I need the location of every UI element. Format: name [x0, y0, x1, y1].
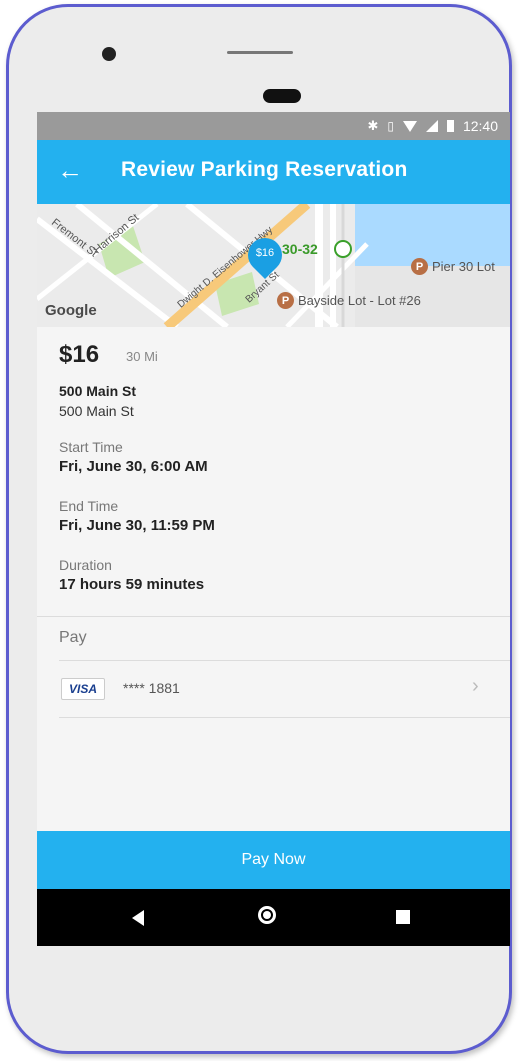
phone-screen: ✱ ▯ 12:40 ← Review Parking Reservation F… [37, 112, 510, 946]
arrow-back-icon[interactable]: ← [57, 154, 83, 186]
status-time: 12:40 [462, 118, 498, 134]
green-lot-label[interactable]: 30-32 [282, 241, 318, 257]
lot-marker-icon[interactable] [334, 240, 352, 258]
signal-icon [425, 120, 438, 132]
card-number: **** 1881 [123, 680, 180, 696]
parking-icon: P [277, 292, 294, 309]
price-value: $16 [59, 341, 100, 368]
distance-value: 30 Mi [126, 349, 158, 364]
card-divider [59, 717, 510, 718]
nav-back-icon[interactable] [132, 910, 144, 926]
google-logo: Google [45, 302, 97, 319]
chevron-right-icon: › [472, 675, 479, 697]
start-time-label: Start Time [59, 439, 123, 455]
pay-label: Pay [59, 629, 87, 646]
duration-label: Duration [59, 557, 112, 573]
poi-label: Pier 30 Lot [432, 259, 495, 274]
section-divider [37, 616, 510, 617]
end-time-value: Fri, June 30, 11:59 PM [59, 517, 215, 534]
speaker-grille [227, 51, 293, 54]
system-nav-bar [37, 889, 510, 946]
vibrate-icon: ▯ [387, 119, 394, 133]
earpiece [263, 89, 301, 103]
poi-pier-30[interactable]: P Pier 30 Lot [411, 258, 495, 275]
status-bar: ✱ ▯ 12:40 [37, 112, 510, 140]
battery-icon [446, 120, 454, 132]
duration-value: 17 hours 59 minutes [59, 576, 205, 593]
wifi-icon [402, 120, 417, 132]
visa-card-icon: VISA [61, 678, 105, 700]
end-time-label: End Time [59, 498, 119, 514]
poi-bayside[interactable]: P Bayside Lot - Lot #26 [277, 292, 421, 309]
price-pin-label: $16 [255, 247, 275, 259]
page-title: Review Parking Reservation [121, 158, 408, 181]
poi-label: Bayside Lot - Lot #26 [298, 293, 421, 308]
payment-card-row[interactable]: VISA **** 1881 › [37, 661, 510, 717]
pay-now-button[interactable]: Pay Now [37, 831, 510, 889]
nav-home-icon[interactable] [258, 906, 276, 924]
start-time-value: Fri, June 30, 6:00 AM [59, 458, 208, 475]
address-line-1: 500 Main St [59, 383, 137, 399]
front-camera [102, 47, 116, 61]
nav-recents-icon[interactable] [396, 910, 410, 924]
address-line-2: 500 Main St [59, 403, 134, 419]
app-bar: ← Review Parking Reservation [37, 140, 510, 204]
parking-icon: P [411, 258, 428, 275]
map-view[interactable]: Fremont St Harrison St Dwight D. Eisenho… [37, 204, 510, 327]
bluetooth-icon: ✱ [367, 118, 379, 133]
